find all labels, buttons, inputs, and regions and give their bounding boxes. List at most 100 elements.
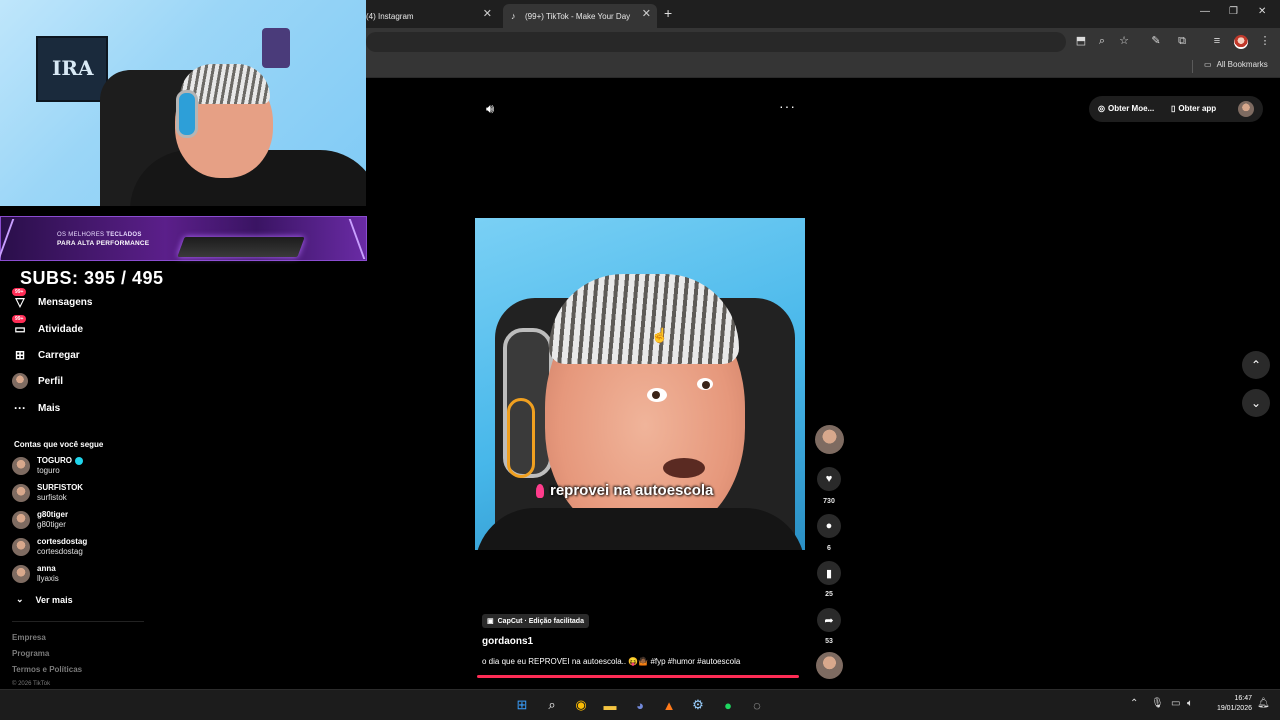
- menu-icon[interactable]: ⋮: [1258, 34, 1272, 48]
- save-button[interactable]: ▮: [817, 561, 841, 585]
- account-name: SURFISTOK: [37, 483, 84, 492]
- file-explorer-icon[interactable]: ▬: [601, 696, 619, 714]
- video-headset-ring: [507, 398, 535, 478]
- close-icon[interactable]: ✕: [483, 7, 492, 20]
- windows-start-icon[interactable]: ⊞: [513, 696, 531, 714]
- video-author[interactable]: gordaons1: [482, 636, 533, 647]
- avatar: [12, 538, 30, 556]
- spotify-icon[interactable]: ●: [719, 696, 737, 714]
- system-clock[interactable]: 16:47 19/01/2026: [1206, 694, 1252, 714]
- get-coins-button[interactable]: ◎ Obter Moe...: [1098, 104, 1154, 113]
- avatar[interactable]: [1238, 101, 1254, 117]
- chevron-up-icon[interactable]: ⌃: [1130, 698, 1138, 709]
- get-app-button[interactable]: ▯ Obter app: [1171, 104, 1216, 113]
- comment-button[interactable]: ●: [817, 514, 841, 538]
- following-item[interactable]: SURFISTOK surfistok: [12, 483, 83, 503]
- media-control-icon[interactable]: ≡: [1210, 34, 1224, 48]
- previous-video-button[interactable]: ⌃: [1242, 351, 1270, 379]
- footer-link-terms[interactable]: Termos e Políticas: [12, 665, 82, 674]
- video-player[interactable]: [475, 218, 805, 550]
- account-handle: cortesdostag: [37, 547, 83, 556]
- footer-link-program[interactable]: Programa: [12, 649, 49, 658]
- following-item[interactable]: anna llyaxis: [12, 564, 59, 584]
- phone-icon: ▯: [1171, 104, 1176, 113]
- sidebar-item-label: Perfil: [38, 375, 64, 387]
- minimize-icon[interactable]: —: [1200, 6, 1210, 17]
- tab-tiktok[interactable]: ♪ (99+) TikTok - Make Your Day ✕: [503, 4, 657, 28]
- discord-icon[interactable]: ◕: [631, 696, 649, 714]
- video-hair: [549, 274, 739, 364]
- video-progress-bar[interactable]: [477, 675, 799, 678]
- notification-icon[interactable]: 🔔︎: [1257, 698, 1270, 709]
- account-name: cortesdostag: [37, 537, 88, 546]
- microphone-icon[interactable]: 🎙︎: [1151, 698, 1164, 709]
- sidebar-item-label: Atividade: [38, 323, 84, 335]
- all-bookmarks-button[interactable]: ▭ All Bookmarks: [1204, 60, 1268, 69]
- close-icon[interactable]: ✕: [642, 7, 651, 20]
- search-icon[interactable]: ⌕: [543, 696, 561, 714]
- address-bar[interactable]: [366, 32, 1066, 52]
- sidebar-item-label: Carregar: [38, 349, 80, 361]
- next-video-button[interactable]: ⌄: [1242, 389, 1270, 417]
- star-icon[interactable]: ☆: [1117, 34, 1131, 48]
- coin-icon: ◎: [1098, 104, 1105, 113]
- divider: [12, 621, 144, 622]
- sidebar-item-activity[interactable]: ▭ 99+ Atividade: [12, 315, 84, 337]
- video-shirt: [475, 508, 805, 550]
- copyright: © 2026 TikTok: [12, 681, 51, 687]
- tab-instagram[interactable]: (4) Instagram ✕: [358, 4, 498, 28]
- video-mouth: [663, 458, 705, 478]
- chevron-up-icon: ⌃: [1250, 358, 1262, 372]
- get-app-label: Obter app: [1178, 104, 1217, 113]
- obs-icon[interactable]: ◌: [748, 696, 766, 714]
- upload-icon: ⊞: [14, 348, 26, 362]
- network-icon[interactable]: ▭: [1171, 698, 1180, 709]
- like-button[interactable]: ♥: [817, 467, 841, 491]
- avatar: [12, 457, 30, 475]
- steam-icon[interactable]: ⚙: [689, 696, 707, 714]
- speaker-icon[interactable]: 🔈︎: [1187, 698, 1193, 709]
- all-bookmarks-label: All Bookmarks: [1216, 60, 1268, 69]
- footer-link-company[interactable]: Empresa: [12, 633, 46, 642]
- volume-icon[interactable]: 🔊︎: [486, 101, 494, 117]
- profile-avatar[interactable]: [1234, 35, 1248, 49]
- see-more-button[interactable]: ⌄ Ver mais: [16, 594, 73, 605]
- following-item[interactable]: g80tiger g80tiger: [12, 510, 68, 530]
- divider: [1192, 60, 1193, 73]
- capcut-tag[interactable]: ▣ CapCut · Edição facilitada: [482, 614, 589, 628]
- creator-avatar[interactable]: [815, 425, 844, 454]
- plus-icon[interactable]: +: [664, 5, 672, 21]
- install-app-icon[interactable]: ⬒: [1074, 34, 1088, 48]
- zoom-icon[interactable]: ⌕: [1095, 34, 1109, 48]
- notification-badge: 99+: [12, 288, 27, 296]
- wall-poster: IRA: [36, 36, 108, 102]
- following-item[interactable]: cortesdostag cortesdostag: [12, 537, 87, 557]
- extension-pen-icon[interactable]: ✎: [1149, 34, 1163, 48]
- sidebar-item-messages[interactable]: ▽ 99+ Mensagens: [12, 288, 92, 310]
- close-window-icon[interactable]: ✕: [1258, 6, 1266, 17]
- notification-badge: 99+: [12, 315, 27, 323]
- capcut-label: CapCut · Edição facilitada: [497, 617, 584, 625]
- sidebar-item-profile[interactable]: Perfil: [12, 373, 63, 389]
- account-handle: surfistok: [37, 493, 67, 502]
- account-name: TOGURO: [37, 456, 72, 465]
- restore-icon[interactable]: ❐: [1229, 6, 1238, 17]
- following-item[interactable]: TOGURO toguro: [12, 456, 83, 476]
- music-disc-avatar[interactable]: [816, 652, 843, 679]
- more-options-icon[interactable]: ···: [779, 98, 796, 114]
- account-name: anna: [37, 564, 56, 573]
- banner-frame: [0, 219, 33, 259]
- share-button[interactable]: ➦: [817, 608, 841, 632]
- account-name: g80tiger: [37, 510, 69, 519]
- chrome-icon[interactable]: ◉: [572, 696, 590, 714]
- share-count: 53: [825, 638, 833, 645]
- banner-line1: OS MELHORES TECLADOS: [57, 232, 142, 238]
- sidebar-item-upload[interactable]: ⊞ Carregar: [12, 347, 80, 363]
- extensions-icon[interactable]: ⧉: [1175, 34, 1189, 48]
- capcut-icon: ▣: [487, 618, 494, 625]
- app-a-icon[interactable]: ▲: [660, 696, 678, 714]
- share-icon: ➦: [824, 614, 834, 627]
- chevron-down-icon: ⌄: [1250, 396, 1262, 410]
- bookmark-icon: ▮: [825, 567, 833, 580]
- sidebar-item-more[interactable]: ··· Mais: [12, 400, 60, 416]
